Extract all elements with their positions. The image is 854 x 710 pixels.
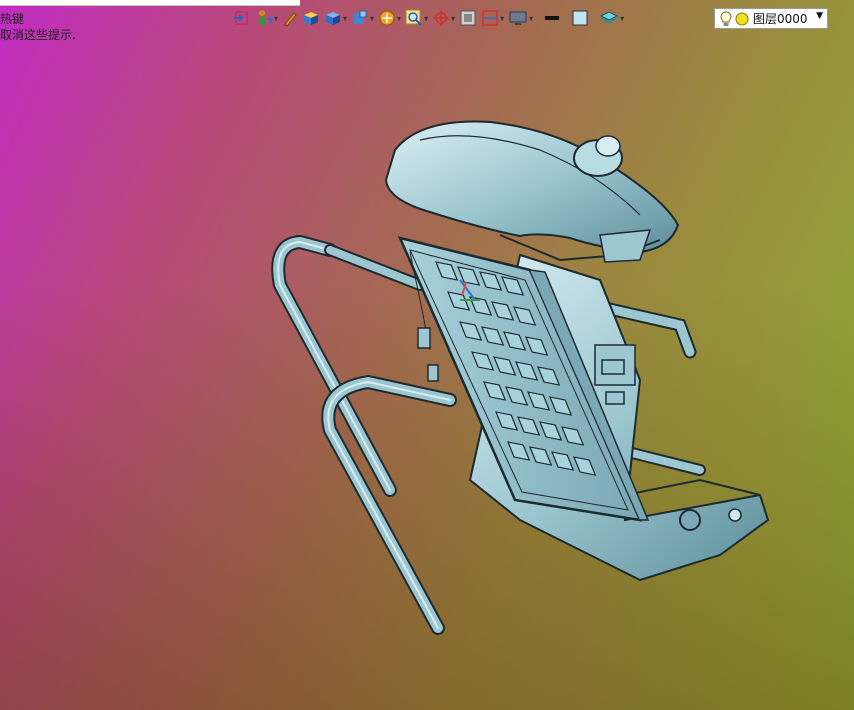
handle-top	[384, 120, 680, 263]
cad-model-viewport[interactable]	[0, 0, 854, 710]
